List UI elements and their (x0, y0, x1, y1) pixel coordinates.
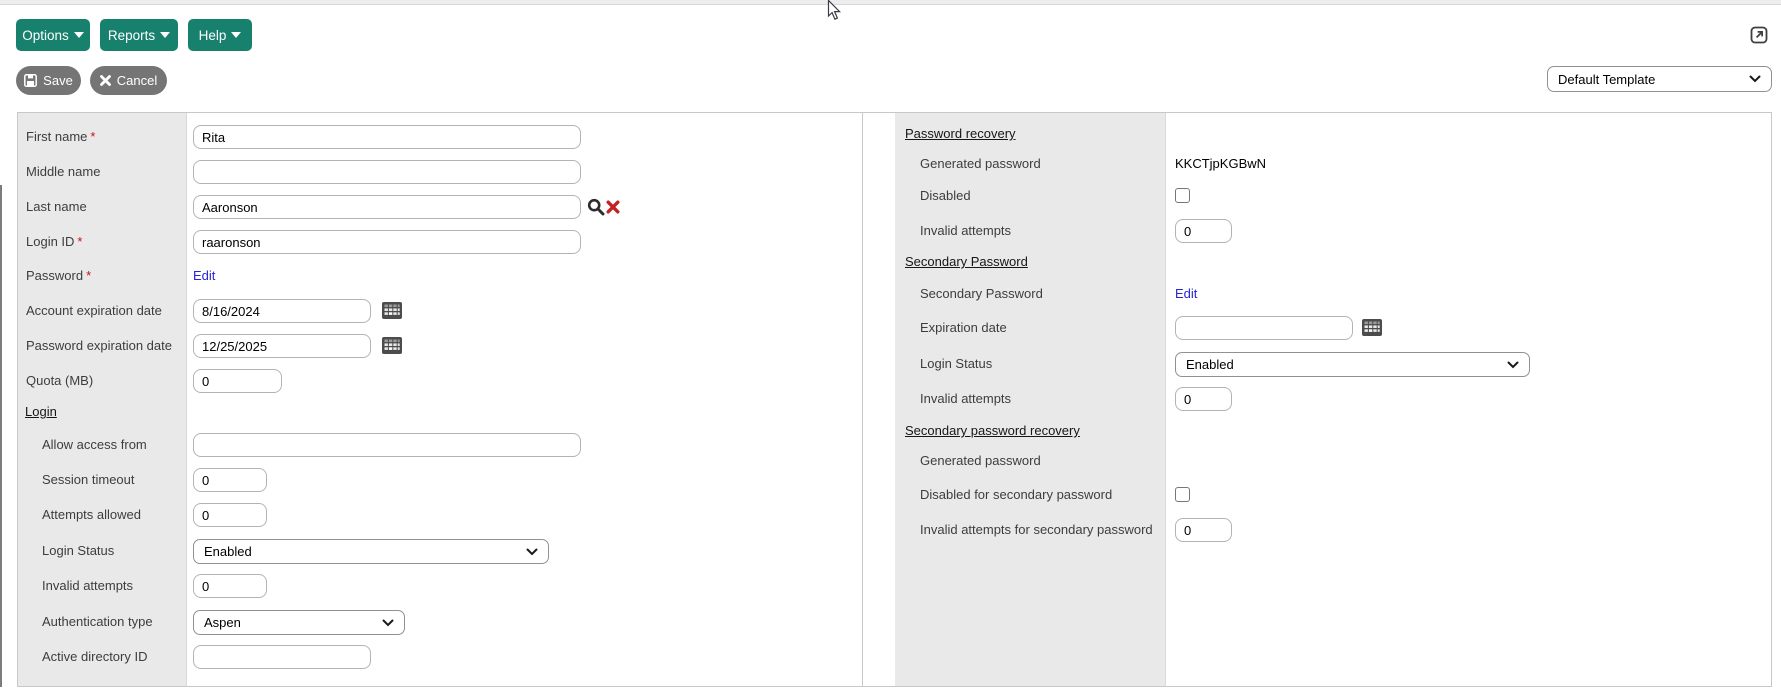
chevron-down-icon (382, 619, 394, 627)
column-divider (862, 112, 863, 687)
mouse-cursor (827, 0, 842, 22)
required-asterisk: * (77, 234, 82, 249)
clear-x-icon[interactable] (606, 200, 620, 214)
help-menu-button[interactable]: Help (188, 19, 252, 51)
reports-menu-button[interactable]: Reports (100, 19, 178, 51)
chevron-down-icon (1749, 75, 1761, 83)
required-asterisk: * (86, 268, 91, 283)
template-selector[interactable]: Default Template (1547, 66, 1772, 92)
password-label: Password* (26, 268, 91, 283)
login-status-select[interactable]: Enabled (193, 539, 549, 564)
disabled-secondary-checkbox[interactable] (1175, 487, 1190, 502)
save-button-label: Save (43, 73, 73, 88)
secondary-login-status-select[interactable]: Enabled (1175, 352, 1530, 377)
cancel-x-icon (100, 75, 111, 86)
secondary-generated-password-label: Generated password (920, 453, 1041, 468)
chevron-down-icon (526, 548, 538, 556)
password-expiration-label: Password expiration date (26, 338, 172, 353)
calendar-icon[interactable] (382, 302, 402, 319)
required-asterisk: * (90, 129, 95, 144)
secondary-password-edit-link[interactable]: Edit (1175, 286, 1197, 301)
invalid-attempts-secondary-label: Invalid attempts for secondary password (920, 522, 1153, 537)
login-section-heading: Login (25, 404, 57, 419)
recovery-invalid-attempts-input[interactable] (1175, 219, 1232, 243)
allow-access-from-label: Allow access from (42, 437, 147, 452)
left-edge-line (0, 185, 2, 687)
calendar-icon[interactable] (1362, 319, 1382, 336)
user-account-page: Options Reports Help Save Cancel Default… (0, 0, 1781, 698)
secondary-invalid-attempts-label: Invalid attempts (920, 391, 1011, 406)
secondary-invalid-attempts-input[interactable] (1175, 387, 1232, 411)
chevron-down-icon (160, 32, 170, 38)
secondary-expiration-date-input[interactable] (1175, 316, 1353, 340)
reports-menu-label: Reports (108, 28, 155, 43)
login-id-input[interactable] (193, 230, 581, 254)
cancel-button[interactable]: Cancel (90, 66, 167, 95)
active-directory-id-label: Active directory ID (42, 649, 147, 664)
secondary-password-recovery-heading: Secondary password recovery (905, 423, 1080, 438)
last-name-label: Last name (26, 199, 87, 214)
open-new-window-icon[interactable] (1750, 26, 1768, 44)
recovery-invalid-attempts-label: Invalid attempts (920, 223, 1011, 238)
generated-password-value: KKCTjpKGBwN (1175, 156, 1266, 171)
save-floppy-icon (24, 74, 37, 87)
authentication-type-value: Aspen (204, 615, 241, 630)
recovery-disabled-checkbox[interactable] (1175, 188, 1190, 203)
options-menu-button[interactable]: Options (16, 19, 90, 51)
middle-name-input[interactable] (193, 160, 581, 184)
invalid-attempts-label: Invalid attempts (42, 578, 133, 593)
password-edit-link[interactable]: Edit (193, 268, 215, 283)
chevron-down-icon (74, 32, 84, 38)
session-timeout-input[interactable] (193, 468, 267, 492)
authentication-type-label: Authentication type (42, 614, 153, 629)
search-icon[interactable] (587, 198, 605, 216)
save-button[interactable]: Save (16, 66, 81, 95)
last-name-input[interactable] (193, 195, 581, 219)
allow-access-from-input[interactable] (193, 433, 581, 457)
help-menu-label: Help (199, 28, 227, 43)
login-id-label: Login ID* (26, 234, 82, 249)
secondary-password-label: Secondary Password (920, 286, 1043, 301)
attempts-allowed-label: Attempts allowed (42, 507, 141, 522)
options-menu-label: Options (22, 28, 69, 43)
invalid-attempts-secondary-input[interactable] (1175, 518, 1232, 542)
recovery-disabled-label: Disabled (920, 188, 971, 203)
middle-name-label: Middle name (26, 164, 100, 179)
active-directory-id-input[interactable] (193, 645, 371, 669)
first-name-input[interactable] (193, 125, 581, 149)
first-name-label: First name* (26, 129, 95, 144)
login-status-label: Login Status (42, 543, 114, 558)
chevron-down-icon (231, 32, 241, 38)
session-timeout-label: Session timeout (42, 472, 135, 487)
attempts-allowed-input[interactable] (193, 503, 267, 527)
template-selector-value: Default Template (1558, 72, 1655, 87)
quota-label: Quota (MB) (26, 373, 93, 388)
generated-password-label: Generated password (920, 156, 1041, 171)
top-strip (0, 0, 1781, 5)
calendar-icon[interactable] (382, 337, 402, 354)
cancel-button-label: Cancel (117, 73, 157, 88)
secondary-login-status-label: Login Status (920, 356, 992, 371)
chevron-down-icon (1507, 361, 1519, 369)
account-expiration-input[interactable] (193, 299, 371, 323)
secondary-password-heading: Secondary Password (905, 254, 1028, 269)
password-recovery-heading: Password recovery (905, 126, 1016, 141)
disabled-secondary-label: Disabled for secondary password (920, 487, 1112, 502)
password-expiration-input[interactable] (193, 334, 371, 358)
authentication-type-select[interactable]: Aspen (193, 610, 405, 635)
invalid-attempts-input[interactable] (193, 574, 267, 598)
secondary-login-status-value: Enabled (1186, 357, 1234, 372)
secondary-expiration-date-label: Expiration date (920, 320, 1007, 335)
account-expiration-label: Account expiration date (26, 303, 162, 318)
login-status-value: Enabled (204, 544, 252, 559)
quota-input[interactable] (193, 369, 282, 393)
